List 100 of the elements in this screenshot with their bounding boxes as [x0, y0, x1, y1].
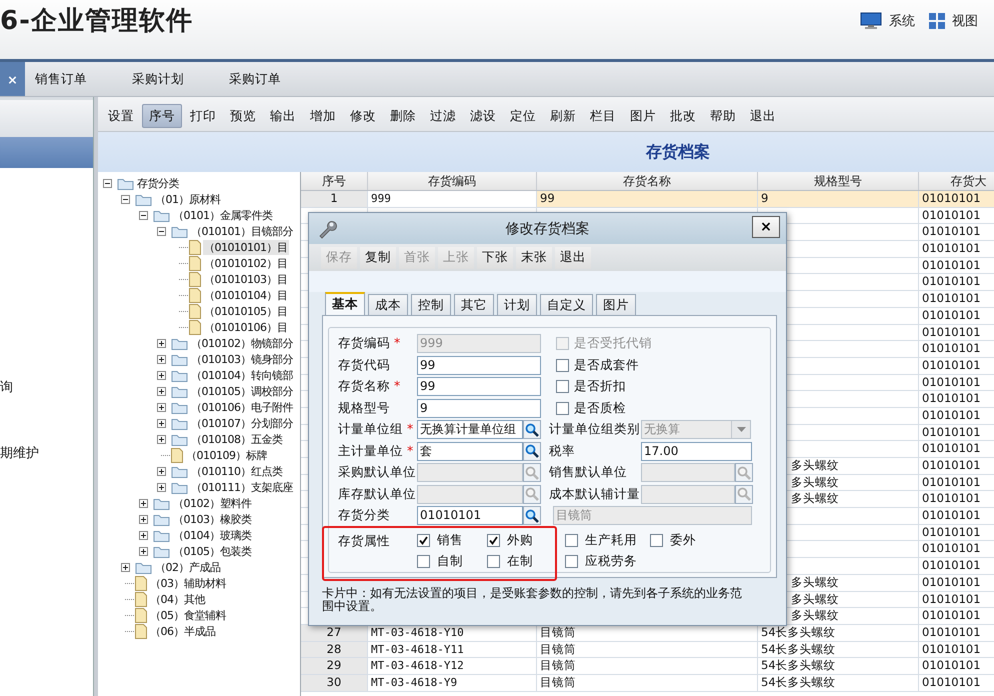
- expand-icon[interactable]: [139, 546, 148, 556]
- input-field[interactable]: 01010101: [417, 506, 523, 526]
- tree-item[interactable]: （010103）镜身部分: [190, 352, 294, 366]
- input-field[interactable]: 99: [417, 377, 541, 396]
- collapse-icon[interactable]: [157, 226, 166, 236]
- table-row[interactable]: 1 999 99 9 01010101: [301, 191, 994, 208]
- input-field[interactable]: 9: [417, 398, 541, 418]
- tree-item[interactable]: （01010103）目: [203, 272, 288, 286]
- tree-item[interactable]: （0101）金属零件类: [172, 208, 274, 222]
- tab[interactable]: 基本: [325, 292, 365, 315]
- input-field[interactable]: 99: [417, 356, 541, 375]
- tree-item[interactable]: （010106）电子附件: [190, 400, 294, 414]
- expand-icon[interactable]: [157, 354, 166, 364]
- checkbox[interactable]: [487, 554, 500, 568]
- tree-item[interactable]: （01010104）目: [203, 288, 288, 302]
- expand-icon[interactable]: [157, 434, 166, 444]
- tree-item[interactable]: （03）辅助材料: [149, 576, 227, 590]
- toolbar-button[interactable]: 栏目: [584, 104, 622, 128]
- expand-icon[interactable]: [121, 562, 130, 572]
- tab[interactable]: 成本: [368, 294, 408, 315]
- toolbar-button[interactable]: 图片: [624, 104, 662, 128]
- tree-item[interactable]: 存货分类: [136, 176, 180, 190]
- tab[interactable]: 图片: [596, 294, 636, 315]
- toolbar-button[interactable]: 定位: [504, 104, 542, 128]
- tree-item[interactable]: （0105）包装类: [172, 544, 252, 558]
- tree-item[interactable]: （05）食堂辅料: [149, 608, 227, 622]
- tree-item[interactable]: （01010101）目: [203, 240, 288, 254]
- expand-icon[interactable]: [157, 482, 166, 492]
- expand-icon[interactable]: [157, 418, 166, 428]
- close-button[interactable]: ×: [752, 216, 780, 238]
- tab[interactable]: 控制: [411, 294, 451, 315]
- tree-item[interactable]: （010108）五金类: [190, 432, 284, 446]
- tree-item[interactable]: （010111）支架底座: [190, 480, 294, 494]
- table-row[interactable]: 28 MT-03-4618-Y11 目镜筒 54长多头螺纹 01010101: [301, 642, 994, 658]
- toolbar-button[interactable]: 输出: [264, 104, 302, 128]
- sidebar-item[interactable]: 询: [0, 378, 13, 396]
- toolbar-button[interactable]: 序号: [142, 104, 182, 128]
- tree-item[interactable]: （010109）标牌: [185, 448, 268, 462]
- menu-item[interactable]: 视图: [952, 12, 978, 30]
- collapse-icon[interactable]: [139, 210, 148, 220]
- tree-item[interactable]: （04）其他: [149, 592, 206, 606]
- tab[interactable]: 其它: [454, 294, 494, 315]
- toolbar-button[interactable]: 打印: [184, 104, 222, 128]
- document-tab[interactable]: 销售订单: [25, 62, 122, 96]
- toolbar-button[interactable]: 滤设: [464, 104, 502, 128]
- toolbar-button[interactable]: 帮助: [704, 104, 742, 128]
- toolbar-button[interactable]: 复制: [360, 246, 396, 268]
- tree-item[interactable]: （06）半成品: [149, 624, 216, 638]
- toolbar-button[interactable]: 过滤: [424, 104, 462, 128]
- tree-item[interactable]: （01）原材料: [154, 192, 222, 206]
- checkbox[interactable]: [556, 402, 569, 415]
- input-field[interactable]: 无换算计量单位组: [417, 420, 523, 440]
- document-tab[interactable]: 采购订单: [219, 62, 316, 96]
- tree-item[interactable]: （0102）塑料件: [172, 496, 252, 510]
- input-field[interactable]: 17.00: [641, 442, 752, 461]
- checkbox[interactable]: [556, 358, 569, 372]
- tree-item[interactable]: （01010106）目: [203, 320, 288, 334]
- expand-icon[interactable]: [157, 338, 166, 348]
- toolbar-button[interactable]: 预览: [224, 104, 262, 128]
- toolbar-button[interactable]: 批改: [664, 104, 702, 128]
- toolbar-button[interactable]: 删除: [384, 104, 422, 128]
- checkbox[interactable]: [650, 534, 663, 546]
- toolbar-button[interactable]: 刷新: [544, 104, 582, 128]
- tree-item[interactable]: （02）产成品: [154, 560, 222, 574]
- toolbar-button[interactable]: 设置: [102, 104, 140, 128]
- toolbar-button[interactable]: 退出: [555, 246, 591, 268]
- tab[interactable]: 计划: [497, 294, 537, 315]
- collapse-icon[interactable]: [121, 194, 130, 204]
- document-tab[interactable]: ×: [0, 62, 25, 96]
- tab[interactable]: 自定义: [540, 294, 593, 315]
- expand-icon[interactable]: [157, 466, 166, 476]
- menu-item[interactable]: 系统: [889, 12, 915, 30]
- toolbar-button[interactable]: 退出: [744, 104, 782, 128]
- checkbox[interactable]: [556, 380, 569, 394]
- checkbox[interactable]: [565, 534, 578, 546]
- table-row[interactable]: 30 MT-03-4618-Y9 目镜筒 54长多头螺纹 01010101: [301, 674, 994, 692]
- expand-icon[interactable]: [157, 370, 166, 380]
- checkbox[interactable]: [417, 554, 430, 568]
- toolbar-button[interactable]: 修改: [344, 104, 382, 128]
- expand-icon[interactable]: [157, 386, 166, 396]
- search-button[interactable]: [523, 442, 541, 461]
- checkbox[interactable]: [565, 554, 578, 568]
- sidebar-item[interactable]: 期维护: [0, 444, 39, 462]
- tree-item[interactable]: （0103）橡胶类: [172, 512, 252, 526]
- document-tab[interactable]: 采购计划: [122, 62, 219, 96]
- checkbox[interactable]: [487, 534, 500, 546]
- toolbar-button[interactable]: 下张: [477, 246, 513, 268]
- input-field[interactable]: 套: [417, 442, 523, 461]
- expand-icon[interactable]: [139, 530, 148, 540]
- search-button[interactable]: [523, 420, 541, 440]
- toolbar-button[interactable]: 末张: [516, 246, 552, 268]
- expand-icon[interactable]: [139, 498, 148, 508]
- tree-item[interactable]: （010102）物镜部分: [190, 336, 294, 350]
- expand-icon[interactable]: [139, 514, 148, 524]
- tree-item[interactable]: （010110）红点类: [190, 464, 284, 478]
- tree-item[interactable]: （010101）目镜部分: [190, 224, 294, 238]
- tree-item[interactable]: （01010102）目: [203, 256, 288, 270]
- tree-item[interactable]: （010104）转向镜部: [190, 368, 294, 382]
- checkbox[interactable]: [417, 534, 430, 546]
- tree-item[interactable]: （010105）调校部分: [190, 384, 294, 398]
